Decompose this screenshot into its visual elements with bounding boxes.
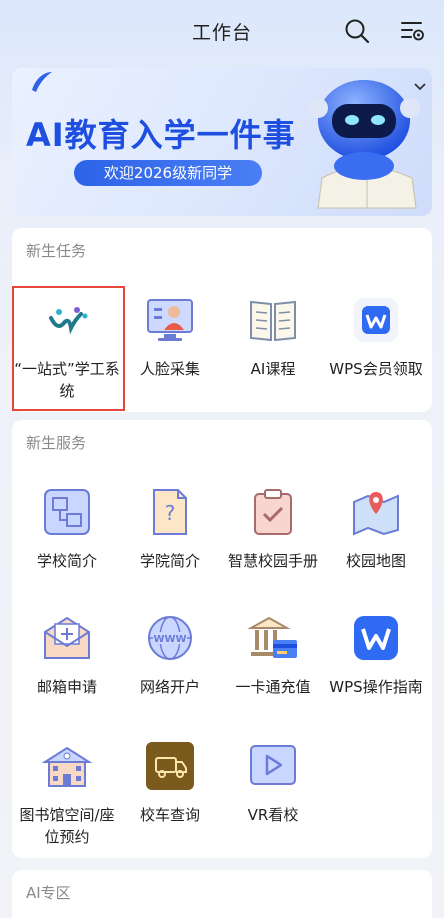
svg-text:?: ? bbox=[165, 501, 176, 525]
mail-icon bbox=[44, 616, 90, 659]
tile-label: 图书馆空间/座位预约 bbox=[19, 806, 115, 846]
ai-zone-section: AI专区 bbox=[12, 870, 432, 918]
svg-text:WWW: WWW bbox=[153, 634, 186, 645]
tile-label: 一卡通充值 bbox=[235, 678, 311, 696]
promo-banner[interactable]: AI教育入学一件事 欢迎2026级新同学 bbox=[12, 68, 432, 216]
face-capture-icon bbox=[147, 299, 193, 341]
map-icon bbox=[353, 492, 399, 536]
college-intro-icon: ? bbox=[153, 489, 187, 535]
top-bar: 工作台 bbox=[0, 0, 444, 62]
banner-subtitle: 欢迎2026级新同学 bbox=[74, 160, 262, 186]
tile-label: 学校简介 bbox=[36, 552, 97, 570]
section-title: 新生任务 bbox=[26, 242, 87, 260]
tile-label: 邮箱申请 bbox=[36, 678, 97, 696]
section-title: AI专区 bbox=[26, 884, 71, 902]
section-title: 新生服务 bbox=[26, 434, 87, 452]
tile-label: WPS操作指南 bbox=[329, 678, 423, 696]
globe-icon: WWW bbox=[148, 616, 192, 660]
tile-label: 校园地图 bbox=[345, 552, 406, 570]
tile-label: 学院简介 bbox=[139, 552, 200, 570]
tile-label: AI课程 bbox=[250, 360, 296, 378]
bank-card-icon bbox=[247, 616, 297, 658]
selection-highlight bbox=[12, 286, 125, 411]
library-icon bbox=[41, 746, 93, 787]
search-icon[interactable] bbox=[342, 16, 372, 46]
bus-icon bbox=[146, 742, 194, 790]
tile-label: 智慧校园手册 bbox=[227, 552, 318, 570]
book-icon bbox=[250, 300, 296, 342]
page-title: 工作台 bbox=[191, 22, 252, 44]
settings-icon[interactable] bbox=[397, 16, 427, 46]
banner-logo-icon bbox=[32, 72, 52, 92]
tile-label: VR看校 bbox=[247, 806, 299, 824]
banner-headline: AI教育入学一件事 bbox=[26, 116, 296, 154]
new-services-section: 新生服务 学校简介 ? 学院简介 智慧校园手册 校园地图 邮箱申请 WWW 网络… bbox=[12, 420, 432, 858]
wps-icon bbox=[354, 298, 398, 342]
play-icon bbox=[250, 745, 296, 785]
tile-label: WPS会员领取 bbox=[329, 360, 423, 378]
tile-label: 网络开户 bbox=[139, 678, 200, 696]
chevron-down-icon[interactable] bbox=[410, 76, 430, 96]
wps-icon bbox=[354, 616, 398, 660]
tile-label: 人脸采集 bbox=[139, 360, 200, 378]
clipboard-icon bbox=[254, 489, 292, 535]
school-intro-icon bbox=[44, 489, 90, 535]
tile-label: 校车查询 bbox=[139, 806, 200, 824]
